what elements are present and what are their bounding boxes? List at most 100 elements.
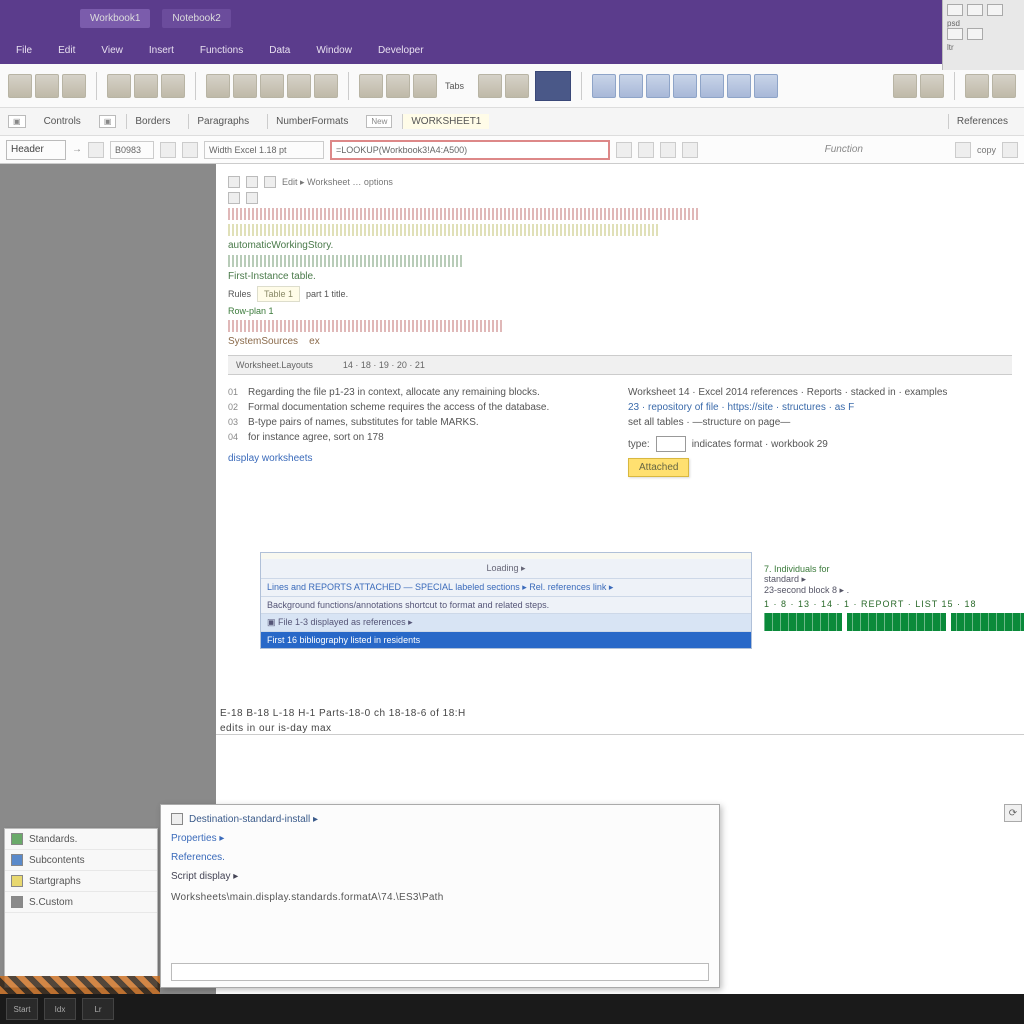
sys-btn[interactable]: [947, 4, 963, 16]
ref-row[interactable]: ▣ File 1-3 displayed as references ▸: [261, 613, 751, 631]
ribbon-icon[interactable]: [107, 74, 131, 98]
dialog-title: Destination-standard-install ▸: [189, 814, 318, 825]
prop-item[interactable]: S.Custom: [5, 892, 157, 913]
menu-functions[interactable]: Functions: [190, 42, 253, 59]
attached-button[interactable]: Attached: [628, 458, 689, 477]
sub-sec[interactable]: Borders: [126, 114, 178, 129]
ref-loading: Loading ▸: [261, 559, 751, 578]
mini-btn[interactable]: [228, 192, 240, 204]
type-input[interactable]: [656, 436, 686, 452]
ribbon-icon[interactable]: [233, 74, 257, 98]
para-link[interactable]: display worksheets: [228, 451, 612, 466]
formula-btn[interactable]: [1002, 142, 1018, 158]
formula-btn[interactable]: [88, 142, 104, 158]
menu-file[interactable]: File: [6, 42, 42, 59]
menu-view[interactable]: View: [91, 42, 133, 59]
ribbon-icon[interactable]: [478, 74, 502, 98]
sys-btn[interactable]: [987, 4, 1003, 16]
ribbon-icon[interactable]: [754, 74, 778, 98]
ribbon-icon[interactable]: [161, 74, 185, 98]
mini-btn[interactable]: [264, 176, 276, 188]
ribbon-icon[interactable]: [413, 74, 437, 98]
square-icon: [11, 896, 23, 908]
sys-btn[interactable]: [967, 4, 983, 16]
title-tab-2[interactable]: Notebook2: [162, 9, 230, 28]
menu-edit[interactable]: Edit: [48, 42, 85, 59]
ribbon-icon[interactable]: [134, 74, 158, 98]
sub-sec[interactable]: NumberFormats: [267, 114, 356, 129]
ribbon-icon[interactable]: [646, 74, 670, 98]
under-line: edits in our is-day max: [220, 723, 466, 734]
ribbon-icon[interactable]: [673, 74, 697, 98]
ribbon-icon[interactable]: [359, 74, 383, 98]
formula-bar: Header → B0983 Width Excel 1.18 pt =LOOK…: [0, 136, 1024, 164]
mini-btn[interactable]: [246, 176, 258, 188]
scroll-button[interactable]: ⟳: [1004, 804, 1022, 822]
formula-btn[interactable]: [638, 142, 654, 158]
ribbon-icon[interactable]: [992, 74, 1016, 98]
ribbon-icon[interactable]: [727, 74, 751, 98]
sub-sec[interactable]: Paragraphs: [188, 114, 257, 129]
ribbon-icon[interactable]: [260, 74, 284, 98]
formula-btn[interactable]: [682, 142, 698, 158]
formula-input[interactable]: =LOOKUP(Workbook3!A4:A500): [330, 140, 610, 160]
taskbar-button[interactable]: Idx: [44, 998, 76, 1020]
ribbon-icon[interactable]: [35, 74, 59, 98]
sys-label: psd: [947, 19, 1020, 28]
sub-sec[interactable]: Controls: [36, 114, 89, 129]
doc-upper: Edit ▸ Worksheet … options automaticWork…: [216, 164, 1024, 379]
dialog-input[interactable]: [171, 963, 709, 981]
title-tab-1[interactable]: Workbook1: [80, 9, 150, 28]
para-link[interactable]: 23 · repository of file · https://site ·…: [628, 400, 1012, 415]
taskbar-button[interactable]: Start: [6, 998, 38, 1020]
ribbon-icon[interactable]: [700, 74, 724, 98]
input-label: type:: [628, 437, 650, 452]
menu-developer[interactable]: Developer: [368, 42, 434, 59]
ribbon-icon[interactable]: [920, 74, 944, 98]
ribbon-icon[interactable]: [965, 74, 989, 98]
ribbon-icon[interactable]: [206, 74, 230, 98]
sub-file[interactable]: WORKSHEET1: [402, 114, 489, 129]
ref-row-selected[interactable]: First 16 bibliography listed in resident…: [261, 631, 751, 648]
ribbon-icon[interactable]: [314, 74, 338, 98]
cell-ref[interactable]: B0983: [110, 141, 154, 159]
ribbon-icon[interactable]: [619, 74, 643, 98]
mini-btn[interactable]: [228, 176, 240, 188]
ribbon-icon[interactable]: [62, 74, 86, 98]
ribbon-icon[interactable]: [505, 74, 529, 98]
ribbon-icon[interactable]: [8, 74, 32, 98]
menu-bar: File Edit View Insert Functions Data Win…: [0, 36, 1024, 64]
ref-row[interactable]: Lines and REPORTS ATTACHED — SPECIAL lab…: [261, 578, 751, 596]
prop-item[interactable]: Startgraphs: [5, 871, 157, 892]
width-field[interactable]: Width Excel 1.18 pt: [204, 141, 324, 159]
square-icon: [11, 833, 23, 845]
ribbon-icon[interactable]: [287, 74, 311, 98]
rs-line: standard ▸: [764, 574, 1024, 585]
formula-btn[interactable]: [160, 142, 176, 158]
ribbon-icon[interactable]: [893, 74, 917, 98]
formula-btn[interactable]: [955, 142, 971, 158]
ref-row[interactable]: Background functions/annotations shortcu…: [261, 596, 751, 613]
dialog-link[interactable]: Properties ▸: [171, 833, 224, 844]
ribbon-icon[interactable]: [386, 74, 410, 98]
formula-btn[interactable]: [182, 142, 198, 158]
sys-btn[interactable]: [947, 28, 963, 40]
ribbon-big-icon[interactable]: [535, 71, 571, 101]
prop-item[interactable]: Subcontents: [5, 850, 157, 871]
line-num: 01: [228, 385, 248, 400]
menu-window[interactable]: Window: [306, 42, 362, 59]
menu-data[interactable]: Data: [259, 42, 300, 59]
formula-btn[interactable]: [616, 142, 632, 158]
ruler-label: 1 · 8 · 13 · 14 · 1 · REPORT · LIST 15 ·…: [764, 599, 1024, 609]
ribbon-icon[interactable]: [592, 74, 616, 98]
dialog-link[interactable]: References.: [171, 852, 709, 863]
sub-right[interactable]: References: [948, 114, 1016, 129]
menu-insert[interactable]: Insert: [139, 42, 184, 59]
prop-item[interactable]: Standards.: [5, 829, 157, 850]
mini-btn[interactable]: [246, 192, 258, 204]
formula-btn[interactable]: [660, 142, 676, 158]
band-cell[interactable]: Table 1: [257, 286, 300, 302]
sys-btn[interactable]: [967, 28, 983, 40]
taskbar-button[interactable]: Lr: [82, 998, 114, 1020]
name-box[interactable]: Header: [6, 140, 66, 160]
